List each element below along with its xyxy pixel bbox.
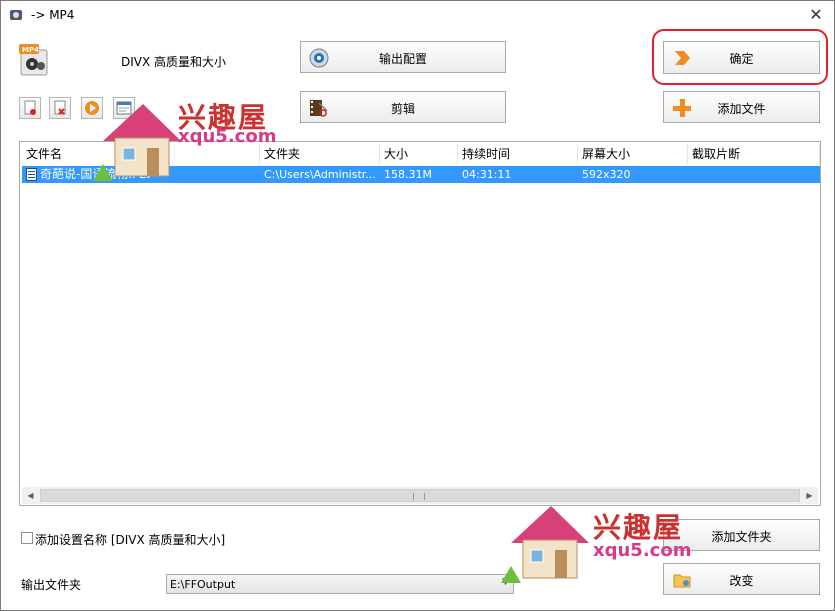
scroll-right-arrow-icon[interactable]: ▶ — [801, 487, 818, 504]
video-file-icon — [26, 168, 37, 181]
mp4-format-icon: MP4 — [19, 44, 48, 76]
window-title: -> MP4 — [31, 8, 75, 22]
column-header-duration[interactable]: 持续时间 — [458, 144, 578, 164]
clear-list-button[interactable] — [49, 97, 71, 119]
output-folder-select[interactable]: E:\FFOutput ▼ — [166, 574, 514, 594]
add-file-label: 添加文件 — [717, 102, 766, 116]
scroll-grip-icon — [413, 493, 425, 500]
cell-screen-size: 592x320 — [582, 168, 631, 181]
output-folder-label: 输出文件夹 — [21, 578, 82, 592]
app-window: -> MP4 ✕ MP4 DIVX 高质量和大小 输出配置 剪辑 确定 添加文件… — [0, 0, 835, 611]
close-icon: ✕ — [809, 5, 823, 24]
file-list[interactable]: 文件名 文件夹 大小 持续时间 屏幕大小 截取片断 奇葩说-国语流畅.FLV C… — [19, 141, 821, 506]
remove-item-button[interactable] — [19, 97, 41, 119]
clip-button[interactable]: 剪辑 — [300, 91, 506, 123]
app-icon — [10, 10, 22, 20]
column-header-screen-size[interactable]: 屏幕大小 — [578, 144, 688, 164]
watermark-top: 兴趣屋 xqu5.com — [93, 96, 303, 181]
watermark-en-text: xqu5.com — [593, 540, 692, 561]
remove-file-icon — [24, 100, 36, 115]
watermark-bottom: 兴趣屋 xqu5.com — [501, 498, 701, 583]
ok-label: 确定 — [729, 52, 754, 66]
svg-text:MP4: MP4 — [22, 46, 39, 54]
cell-duration: 04:31:11 — [462, 168, 512, 181]
output-config-label: 输出配置 — [378, 52, 427, 66]
format-label: DIVX 高质量和大小 — [121, 55, 227, 69]
cell-clip — [692, 166, 818, 183]
watermark-en-text: xqu5.com — [178, 126, 277, 147]
title-bar: -> MP4 ✕ — [1, 1, 834, 29]
output-config-button[interactable]: 输出配置 — [300, 41, 506, 73]
add-file-button[interactable]: 添加文件 — [663, 91, 820, 123]
output-folder-value: E:\FFOutput — [170, 578, 236, 591]
close-button[interactable]: ✕ — [806, 5, 826, 25]
add-setting-name-label: 添加设置名称 [DIVX 高质量和大小] — [35, 533, 226, 547]
delete-file-icon — [54, 100, 66, 115]
column-header-clip[interactable]: 截取片断 — [688, 144, 820, 164]
scroll-left-arrow-icon[interactable]: ◀ — [22, 487, 39, 504]
clip-label: 剪辑 — [390, 102, 415, 116]
cell-size: 158.31M — [384, 168, 432, 181]
house-logo-icon — [93, 104, 181, 181]
column-header-size[interactable]: 大小 — [380, 144, 458, 164]
ok-button[interactable]: 确定 — [663, 41, 820, 74]
add-setting-name-checkbox[interactable] — [21, 532, 33, 544]
house-logo-icon — [501, 506, 589, 583]
